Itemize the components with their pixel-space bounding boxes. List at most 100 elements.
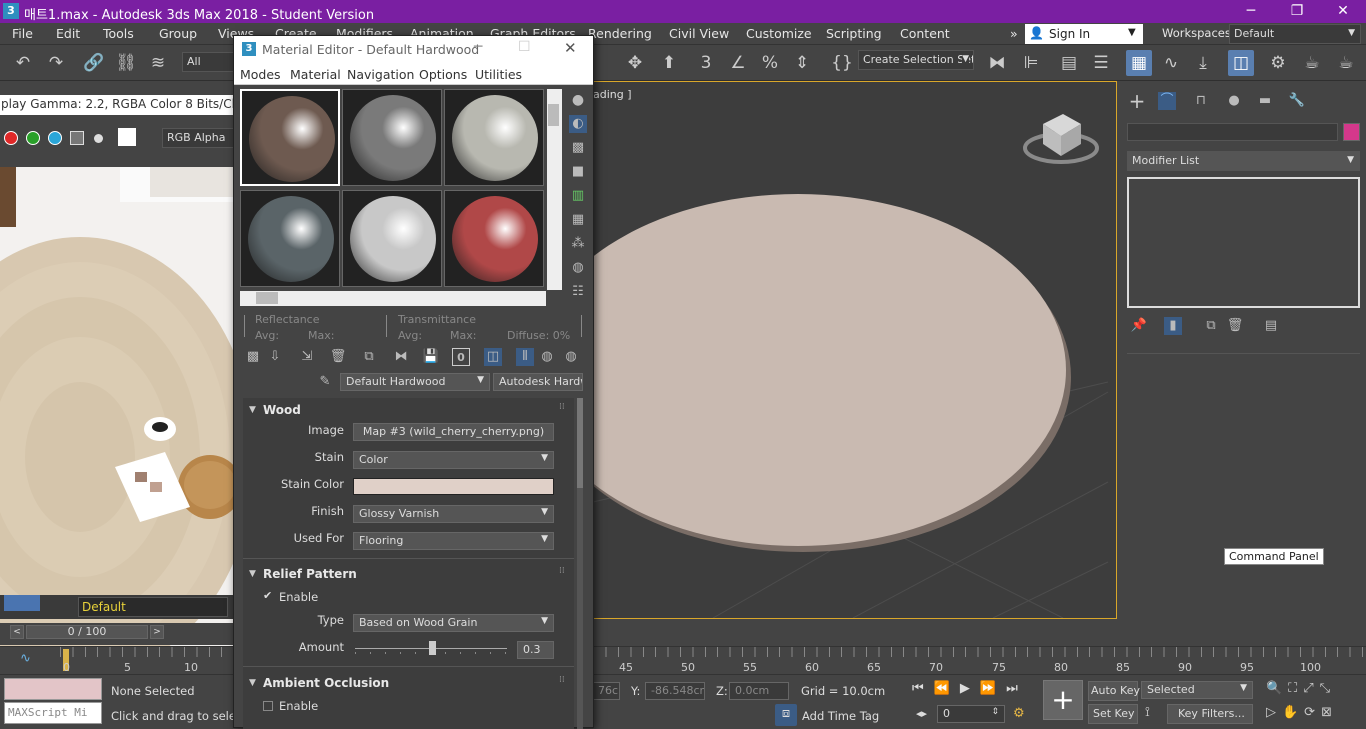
undo-button[interactable]: ↶ <box>10 50 36 76</box>
frame-counter[interactable]: 0 / 100 <box>26 625 148 639</box>
sample-slot[interactable] <box>240 89 340 186</box>
curve-editor-button[interactable]: ∿ <box>1158 50 1184 76</box>
maxscript-mini-listener[interactable]: MAXScript Mi <box>4 702 102 724</box>
show-end-result-icon[interactable]: ▮ <box>1164 317 1182 335</box>
menu-content[interactable]: Content <box>900 26 950 41</box>
selection-filter-dropdown[interactable]: All <box>182 52 234 72</box>
workspaces-dropdown[interactable]: Default ▼ <box>1229 24 1361 44</box>
unlink-button[interactable]: ⛓ <box>113 50 139 76</box>
schematic-view-button[interactable]: ⤓ <box>1190 50 1216 76</box>
edit-named-sets-button[interactable]: {} <box>829 50 855 76</box>
set-key-button[interactable]: Set Key <box>1088 704 1138 724</box>
material-name-field[interactable]: Default Hardwood ▼ <box>340 373 490 391</box>
collapse-arrow-icon[interactable]: ▼ <box>249 405 256 415</box>
make-copy-icon[interactable]: ⧉ <box>360 348 378 366</box>
wood-rollout-header[interactable]: Wood <box>263 403 301 417</box>
mirror-button[interactable]: ⧓ <box>984 50 1010 76</box>
perspective-viewport[interactable]: ading ] <box>592 81 1117 619</box>
viewcube[interactable] <box>1023 114 1099 164</box>
put-to-library-icon[interactable]: 💾 <box>422 348 440 366</box>
z-coordinate-field[interactable]: 0.0cm <box>729 682 789 700</box>
menu-navigation[interactable]: Navigation <box>347 67 414 82</box>
key-selection-dropdown[interactable]: Selected ▼ <box>1141 681 1253 699</box>
modify-tab-icon[interactable]: ⌒ <box>1158 92 1176 110</box>
maxscript-listener-pink[interactable] <box>4 678 102 700</box>
put-material-icon[interactable]: ⇩ <box>266 348 284 366</box>
pin-stack-icon[interactable]: 📌 <box>1130 317 1148 335</box>
key-mode-toggle-icon[interactable]: ◂▸ <box>916 707 927 720</box>
material-type-button[interactable]: Autodesk Hardwood <box>493 373 583 391</box>
show-in-viewport-icon[interactable]: ◫ <box>484 348 502 366</box>
backlight-icon[interactable]: ◐ <box>569 115 587 133</box>
stain-color-swatch[interactable] <box>353 478 554 495</box>
type-dropdown[interactable]: Based on Wood Grain ▼ <box>353 614 554 632</box>
checkbox-unchecked[interactable] <box>263 701 273 711</box>
sample-slot[interactable] <box>342 190 442 287</box>
create-tab-icon[interactable]: + <box>1128 91 1146 111</box>
material-editor-button[interactable]: ◫ <box>1228 50 1254 76</box>
assign-material-icon[interactable]: ⇲ <box>298 348 316 366</box>
make-unique-icon[interactable]: ⧉ <box>1202 317 1220 335</box>
background-icon[interactable]: ▩ <box>569 139 587 157</box>
relief-rollout-header[interactable]: Relief Pattern <box>263 567 357 581</box>
bind-space-warp-button[interactable]: ≋ <box>145 50 171 76</box>
menu-modes[interactable]: Modes <box>240 67 281 82</box>
y-coordinate-field[interactable]: -86.548cm <box>645 682 705 700</box>
menu-tools[interactable]: Tools <box>103 26 134 41</box>
modifier-stack[interactable] <box>1127 177 1360 308</box>
blue-channel-toggle[interactable] <box>48 131 62 145</box>
menu-edit[interactable]: Edit <box>56 26 80 41</box>
current-frame-field[interactable]: 0 ⇕ <box>937 705 1005 723</box>
image-map-button[interactable]: Map #3 (wild_cherry_cherry.png) <box>353 423 554 441</box>
redo-button[interactable]: ↷ <box>43 50 69 76</box>
menu-material[interactable]: Material <box>290 67 341 82</box>
menu-options[interactable]: Options <box>419 67 467 82</box>
prev-frame-button[interactable]: < <box>10 625 24 639</box>
menu-civil-view[interactable]: Civil View <box>669 26 729 41</box>
rendered-frame-window-button[interactable]: ☕ <box>1299 50 1325 76</box>
scroll-thumb[interactable] <box>548 104 559 126</box>
get-material-icon[interactable]: ▩ <box>244 348 262 366</box>
viewport-nav-bottom[interactable]: ▷✋⟳⊠ <box>1266 705 1338 720</box>
sample-slot[interactable] <box>342 89 442 186</box>
motion-tab-icon[interactable]: ● <box>1225 92 1243 110</box>
angle-snap-button[interactable]: ∠ <box>725 50 751 76</box>
utilities-tab-icon[interactable]: 🔧 <box>1288 92 1306 110</box>
close-button[interactable]: ✕ <box>564 39 577 57</box>
red-channel-toggle[interactable] <box>4 131 18 145</box>
monochrome-icon[interactable] <box>94 134 103 143</box>
hierarchy-tab-icon[interactable]: ⊓ <box>1192 92 1210 110</box>
spinner-snap-button[interactable]: ⇕ <box>789 50 815 76</box>
stain-dropdown[interactable]: Color ▼ <box>353 451 554 469</box>
menu-customize[interactable]: Customize <box>746 26 812 41</box>
amount-slider-thumb[interactable] <box>429 641 436 655</box>
select-by-material-icon[interactable]: ◍ <box>569 259 587 277</box>
minimize-button[interactable]: ─ <box>1228 0 1274 23</box>
render-production-button[interactable]: ☕ <box>1333 50 1359 76</box>
slots-vertical-scrollbar[interactable] <box>547 89 562 290</box>
amount-field[interactable]: 0.3 <box>517 641 554 659</box>
used-for-dropdown[interactable]: Flooring ▼ <box>353 532 554 550</box>
menu-scripting[interactable]: Scripting <box>826 26 882 41</box>
layer-explorer-button[interactable]: ☰ <box>1088 50 1114 76</box>
green-channel-toggle[interactable] <box>26 131 40 145</box>
link-button[interactable]: 🔗 <box>81 50 107 76</box>
object-name-field[interactable] <box>1127 123 1338 141</box>
minimize-button[interactable]: ─ <box>474 39 482 55</box>
curve-editor-mini-icon[interactable]: ∿ <box>20 651 31 666</box>
modifier-list-dropdown[interactable]: Modifier List ▼ <box>1127 151 1360 171</box>
video-color-check-icon[interactable]: ▥ <box>569 187 587 205</box>
menu-file[interactable]: File <box>12 26 33 41</box>
sign-in-button[interactable]: 👤 Sign In ▼ <box>1025 24 1143 44</box>
material-map-navigator-icon[interactable]: ☷ <box>569 283 587 301</box>
key-filters-button[interactable]: Key Filters... <box>1167 704 1253 724</box>
checkbox-checked-icon[interactable]: ✔ <box>263 589 272 602</box>
menu-utilities[interactable]: Utilities <box>475 67 522 82</box>
collapse-arrow-icon[interactable]: ▼ <box>249 569 256 579</box>
go-to-parent-icon[interactable]: ◍ <box>538 348 556 366</box>
select-rotate-button[interactable]: ⬆ <box>656 50 682 76</box>
scroll-thumb[interactable] <box>256 292 278 304</box>
show-end-result-icon[interactable]: ⫴ <box>516 348 534 366</box>
go-forward-sibling-icon[interactable]: ◍ <box>562 348 580 366</box>
remove-modifier-icon[interactable]: 🗑 <box>1226 317 1244 335</box>
